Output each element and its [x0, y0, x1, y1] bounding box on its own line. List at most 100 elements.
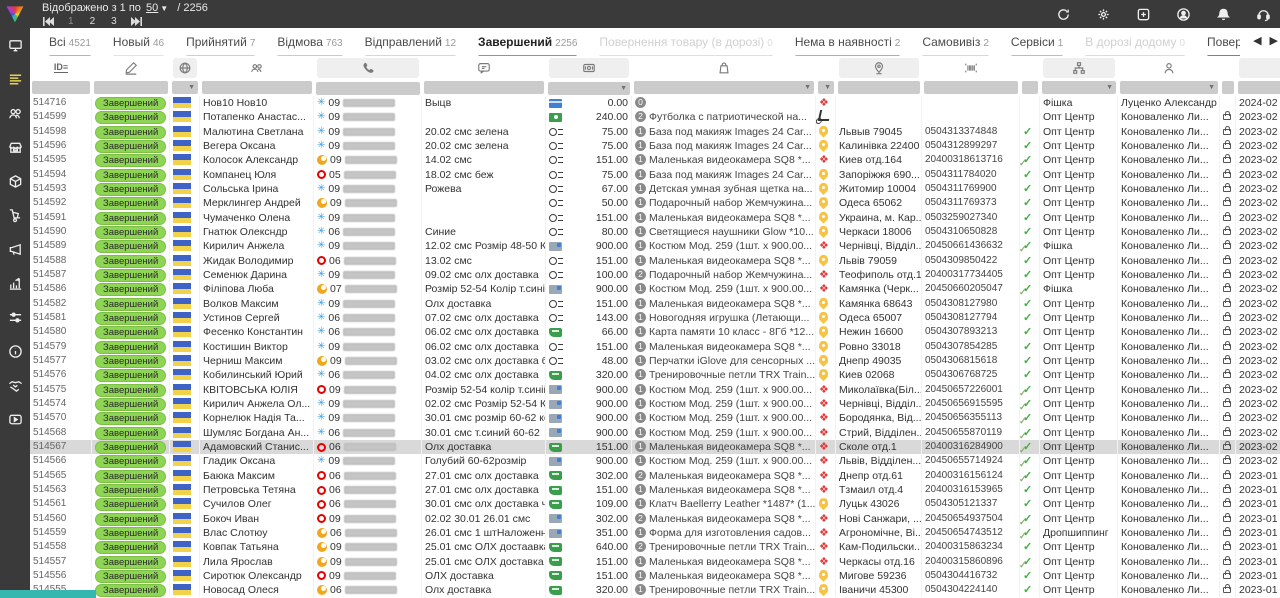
order-row-514561[interactable]: 514561ЗавершенийСучилов Олег0630.01 смс …: [30, 497, 1280, 511]
column-header-di[interactable]: [816, 56, 836, 80]
add-icon[interactable]: [1134, 5, 1152, 23]
filter-input-cm[interactable]: [424, 81, 544, 94]
column-header-mgr[interactable]: [1118, 56, 1220, 80]
tab-zavershenyi-active[interactable]: Завершений2256: [469, 28, 586, 56]
sidebar-item-store[interactable]: [0, 130, 30, 164]
order-row-514581[interactable]: 514581ЗавершенийУстинов Сергей✳0607.02 с…: [30, 311, 1280, 325]
order-row-514591[interactable]: 514591ЗавершенийЧумаченко Олена✳09151.00…: [30, 211, 1280, 225]
order-row-514559[interactable]: 514559ЗавершенийВлас Слотюу0626.01 смс 1…: [30, 526, 1280, 540]
order-row-514599[interactable]: 514599ЗавершенийПотапенко Анастас...✳092…: [30, 110, 1280, 124]
order-row-514593[interactable]: 514593ЗавершенийСольська Ірина✳09Рожева6…: [30, 182, 1280, 196]
tab-1[interactable]: Новый46: [104, 28, 173, 56]
filter-input-dt[interactable]: [1238, 81, 1280, 94]
order-row-514582[interactable]: 514582ЗавершенийВолков Максим✳09Олх дост…: [30, 297, 1280, 311]
tab-4[interactable]: Відправлений12: [356, 28, 465, 56]
column-header-ttn[interactable]: [922, 56, 1020, 80]
sidebar-item-handshake[interactable]: [0, 368, 30, 402]
first-page-icon[interactable]: [42, 17, 54, 26]
tab-3[interactable]: Відмова763: [268, 28, 351, 56]
notifications-icon[interactable]: [1214, 5, 1232, 23]
order-row-514570[interactable]: 514570ЗавершенийКорнелюк Надія Та...✳093…: [30, 411, 1280, 425]
filter-input-st[interactable]: [94, 81, 168, 94]
order-row-514590[interactable]: 514590ЗавершенийГнатюк Олексндр✳06Синие8…: [30, 225, 1280, 239]
order-row-514595[interactable]: 514595ЗавершенийКолосок Александр0914.02…: [30, 153, 1280, 167]
refresh-icon[interactable]: [1054, 5, 1072, 23]
sidebar-item-monitor[interactable]: [0, 28, 30, 62]
filter-input-di[interactable]: ▼: [818, 81, 834, 94]
tab-9[interactable]: Сервіси1: [1002, 28, 1072, 56]
order-row-514574[interactable]: 514574ЗавершенийКирилич Анжела Ол...✳090…: [30, 397, 1280, 411]
order-row-514563[interactable]: 514563ЗавершенийПетровська Тетяна0627.01…: [30, 483, 1280, 497]
order-row-514580[interactable]: 514580ЗавершенийФесенко Константин✳0606.…: [30, 325, 1280, 339]
order-row-514579[interactable]: 514579ЗавершенийКостишин Виктор✳0906.02 …: [30, 340, 1280, 354]
per-page-select[interactable]: 50: [146, 2, 158, 14]
filter-input-mgr[interactable]: ▼: [1120, 81, 1218, 94]
sidebar-item-sliders[interactable]: [0, 300, 30, 334]
column-header-fl[interactable]: [170, 56, 200, 80]
tab-11[interactable]: Повернення (завершений)125: [1198, 28, 1240, 56]
order-row-514587[interactable]: 514587ЗавершенийСеменюк Дарина✳0909.02 с…: [30, 268, 1280, 282]
order-row-514594[interactable]: 514594ЗавершенийКомпанец Юля0518.02 смс …: [30, 168, 1280, 182]
page-number-3[interactable]: 3: [111, 16, 117, 27]
order-row-514716[interactable]: 514716ЗавершенийНов10 Нов10✳09Выцв0.000❖…: [30, 96, 1280, 110]
sidebar-item-package[interactable]: [0, 164, 30, 198]
order-row-514556[interactable]: 514556ЗавершенийСиротюк Олександр09ОЛХ д…: [30, 569, 1280, 583]
column-header-ph[interactable]: [314, 56, 422, 80]
order-row-514558[interactable]: 514558ЗавершенийКовпак Татьяна0925.01 см…: [30, 540, 1280, 554]
sidebar-item-video[interactable]: [0, 402, 30, 436]
filter-input-pay[interactable]: ▼: [548, 82, 630, 95]
order-row-514588[interactable]: 514588ЗавершенийЖидак Володимир0613.02 с…: [30, 254, 1280, 268]
tab-6[interactable]: Повернення товару (в дорозі)0: [590, 28, 781, 56]
order-row-514589[interactable]: 514589ЗавершенийКирилич Анжела✳0912.02 с…: [30, 239, 1280, 253]
column-header-id[interactable]: ID≡: [30, 56, 92, 80]
order-row-514555[interactable]: 514555ЗавершенийНовосад Олеся06Олх доста…: [30, 583, 1280, 597]
order-row-514575[interactable]: 514575ЗавершенийКВІТОВСЬКА ЮЛІЯ09Розмір …: [30, 383, 1280, 397]
column-header-ct[interactable]: [836, 56, 922, 80]
filter-input-ck[interactable]: [1022, 81, 1038, 94]
tab-0[interactable]: Всі4521: [40, 28, 100, 56]
order-row-514565[interactable]: 514565ЗавершенийБаюка Максим0627.01 смс …: [30, 469, 1280, 483]
tab-scroll-right-icon[interactable]: ▶: [1270, 34, 1278, 47]
app-logo[interactable]: [0, 0, 30, 28]
sidebar-item-orders-list[interactable]: [0, 62, 30, 96]
column-header-src[interactable]: [1040, 56, 1118, 80]
order-row-514577[interactable]: 514577ЗавершенийЧерниш Максим0903.02 смс…: [30, 354, 1280, 368]
filter-input-src[interactable]: ▼: [1042, 81, 1116, 94]
order-row-514596[interactable]: 514596ЗавершенийВегера Оксана✳0920.02 см…: [30, 139, 1280, 153]
order-row-514576[interactable]: 514576ЗавершенийКобилинський Юрий✳0604.0…: [30, 368, 1280, 382]
sidebar-item-users[interactable]: [0, 96, 30, 130]
tab-8[interactable]: Самовивіз2: [913, 28, 998, 56]
column-header-st[interactable]: [92, 56, 170, 80]
filter-input-lk[interactable]: [1222, 81, 1234, 94]
column-header-nm[interactable]: [200, 56, 314, 80]
order-row-514586[interactable]: 514586ЗавершенийФіліпова Люба07Розмір 52…: [30, 282, 1280, 296]
column-header-ck[interactable]: [1020, 56, 1040, 80]
last-page-icon[interactable]: [131, 17, 143, 26]
column-header-pay[interactable]: [546, 56, 632, 80]
tab-scroll-left-icon[interactable]: ◀: [1253, 34, 1261, 47]
filter-input-ct[interactable]: [838, 81, 920, 94]
tab-2[interactable]: Прийнятий7: [177, 28, 264, 56]
sidebar-item-chart[interactable]: [0, 266, 30, 300]
filter-input-id[interactable]: [32, 81, 90, 94]
order-row-514598[interactable]: 514598ЗавершенийМалютина Светлана✳0920.0…: [30, 125, 1280, 139]
sidebar-item-info[interactable]: [0, 334, 30, 368]
filter-input-nm[interactable]: [202, 81, 312, 94]
support-icon[interactable]: [1254, 5, 1272, 23]
settings-icon[interactable]: [1094, 5, 1112, 23]
column-header-lk[interactable]: [1220, 56, 1236, 80]
page-number-2[interactable]: 2: [90, 16, 96, 27]
filter-input-ph[interactable]: [316, 82, 420, 95]
sidebar-item-dolly[interactable]: [0, 198, 30, 232]
profile-icon[interactable]: [1174, 5, 1192, 23]
column-header-cm[interactable]: [422, 56, 546, 80]
order-row-514592[interactable]: 514592ЗавершенийМерклингер Андрей0950.00…: [30, 196, 1280, 210]
order-row-514557[interactable]: 514557ЗавершенийЛила Ярослав0925.01 смс …: [30, 555, 1280, 569]
filter-input-ttn[interactable]: [924, 81, 1018, 94]
column-header-pr[interactable]: [632, 56, 816, 80]
order-row-514568[interactable]: 514568ЗавершенийШумляс Богдана Ан...✳063…: [30, 426, 1280, 440]
order-row-514566[interactable]: 514566ЗавершенийГладик Оксана✳09Голубий …: [30, 454, 1280, 468]
filter-input-pr[interactable]: ▼: [634, 81, 814, 94]
order-row-514560[interactable]: 514560ЗавершенийБокоч Иван0902.02 30.01 …: [30, 512, 1280, 526]
column-header-dt[interactable]: [1236, 56, 1280, 80]
